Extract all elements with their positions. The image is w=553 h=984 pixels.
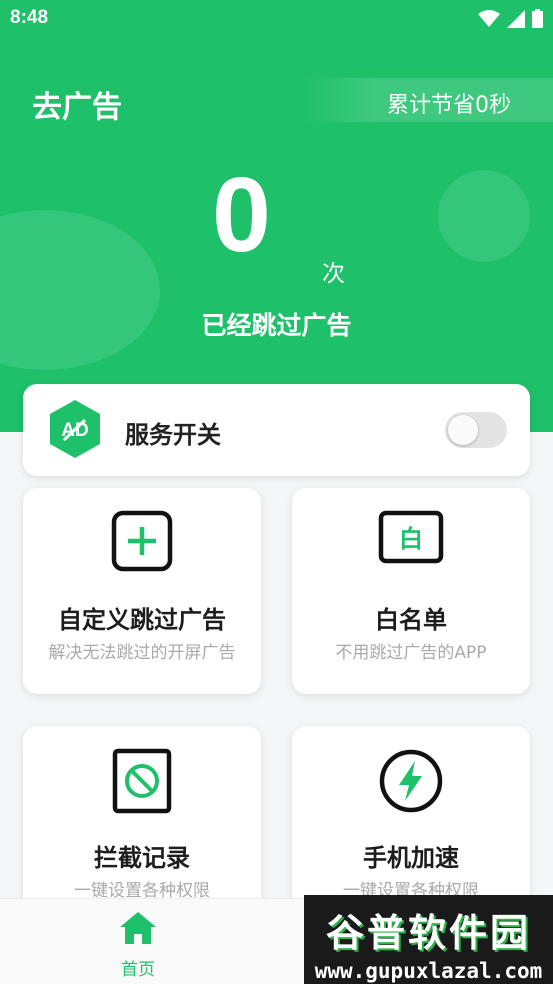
feature-subtitle: 不用跳过广告的APP: [335, 643, 487, 663]
service-toggle[interactable]: [445, 412, 507, 448]
decor-circle: [0, 210, 160, 370]
nav-home-label: 首页: [121, 960, 155, 980]
watermark-title: 谷普软件园: [325, 911, 531, 955]
service-switch-card: AD 服务开关: [23, 384, 530, 476]
feature-subtitle: 解决无法跳过的开屏广告: [48, 643, 236, 663]
wifi-icon: [478, 9, 500, 27]
header-banner: 8:48 去广告 累计节省0秒 0 次 已经跳过广告: [0, 0, 553, 432]
signal-icon: [507, 9, 525, 28]
toggle-knob: [448, 415, 478, 445]
lightning-icon: [379, 749, 443, 813]
nav-home[interactable]: 首页: [108, 911, 168, 980]
app-title: 去广告: [32, 90, 122, 125]
service-label: 服务开关: [125, 421, 221, 449]
count-unit: 次: [322, 261, 345, 287]
status-bar: 8:48: [0, 0, 553, 36]
decor-circle: [438, 170, 530, 262]
block-icon: [112, 748, 172, 814]
watermark-url: www.gupuxlazal.com: [314, 959, 543, 983]
custom-skip-card[interactable]: 自定义跳过广告 解决无法跳过的开屏广告: [23, 488, 261, 694]
savings-counter: 累计节省0秒: [387, 93, 511, 118]
skip-caption: 已经跳过广告: [201, 311, 352, 340]
feature-title: 拦截记录: [94, 844, 190, 872]
whitelist-card[interactable]: 白 白名单 不用跳过广告的APP: [292, 488, 530, 694]
plus-square-icon: [111, 510, 173, 572]
status-time: 8:48: [10, 7, 49, 28]
ad-badge-icon: AD: [50, 400, 100, 458]
battery-icon: [532, 9, 543, 28]
skip-count: 0: [212, 156, 271, 274]
feature-title: 手机加速: [363, 844, 459, 872]
svg-text:白: 白: [399, 525, 423, 553]
feature-title: 白名单: [375, 606, 447, 634]
home-icon: [120, 912, 156, 944]
feature-title: 自定义跳过广告: [58, 606, 226, 634]
whitelist-icon: 白: [378, 510, 444, 564]
watermark-logo: 谷普软件园 www.gupuxlazal.com: [304, 895, 553, 984]
